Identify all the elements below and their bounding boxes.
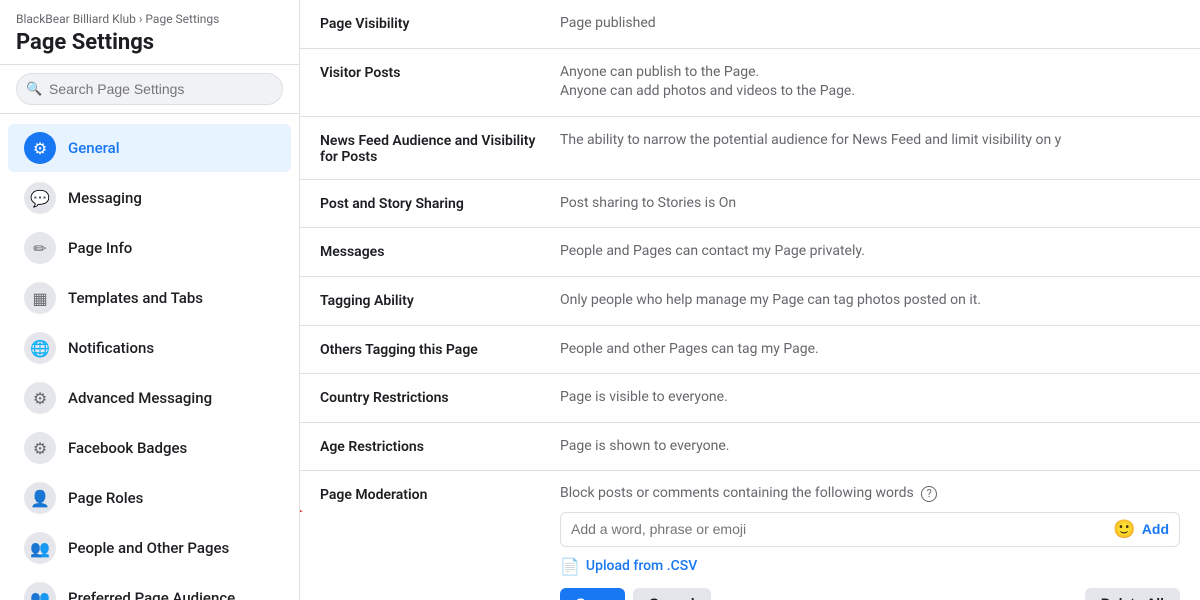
moderation-input-row: 🙂 Add <box>560 512 1180 547</box>
table-row: Tagging Ability Only people who help man… <box>300 277 1200 326</box>
row-value-messages: People and Pages can contact my Page pri… <box>560 242 1180 262</box>
sidebar-item-facebook-badges[interactable]: ⚙ Facebook Badges <box>8 424 291 472</box>
settings-content: Page Visibility Page published Visitor P… <box>300 0 1200 600</box>
help-icon[interactable]: ? <box>921 486 937 502</box>
sidebar-item-page-info[interactable]: ✏ Page Info <box>8 224 291 272</box>
row-value-country-restrictions: Page is visible to everyone. <box>560 388 1180 408</box>
preferred-audience-icon: 👥 <box>24 582 56 600</box>
sidebar-item-notifications[interactable]: 🌐 Notifications <box>8 324 291 372</box>
moderation-word-input[interactable] <box>571 521 1113 537</box>
cancel-button[interactable]: Cancel <box>633 588 711 600</box>
messaging-icon: 💬 <box>24 182 56 214</box>
row-value-tagging-ability: Only people who help manage my Page can … <box>560 291 1180 311</box>
sidebar-item-messaging[interactable]: 💬 Messaging <box>8 174 291 222</box>
row-label-country-restrictions: Country Restrictions <box>320 388 560 406</box>
sidebar-label-general: General <box>68 139 120 157</box>
emoji-button[interactable]: 🙂 <box>1113 519 1135 540</box>
table-row: Messages People and Pages can contact my… <box>300 228 1200 277</box>
sidebar-label-messaging: Messaging <box>68 189 142 207</box>
sidebar-item-people-other-pages[interactable]: 👥 People and Other Pages <box>8 524 291 572</box>
row-value-visitor-posts: Anyone can publish to the Page. Anyone c… <box>560 63 1180 102</box>
breadcrumb: BlackBear Billiard Klub › Page Settings <box>16 12 283 26</box>
moderation-label: Page Moderation <box>320 485 560 503</box>
general-icon: ⚙ <box>24 132 56 164</box>
people-icon: 👥 <box>24 532 56 564</box>
table-row: News Feed Audience and Visibility for Po… <box>300 117 1200 180</box>
row-value-post-story-sharing: Post sharing to Stories is On <box>560 194 1180 214</box>
add-word-button[interactable]: Add <box>1142 521 1169 537</box>
sidebar-label-preferred-page-audience: Preferred Page Audience <box>68 589 235 600</box>
row-label-news-feed-audience: News Feed Audience and Visibility for Po… <box>320 131 560 165</box>
sidebar-label-advanced-messaging: Advanced Messaging <box>68 389 212 407</box>
search-container: 🔍 <box>0 65 299 114</box>
sidebar-label-page-roles: Page Roles <box>68 489 143 507</box>
page-info-icon: ✏ <box>24 232 56 264</box>
row-label-page-visibility: Page Visibility <box>320 14 560 32</box>
sidebar-label-notifications: Notifications <box>68 339 154 357</box>
row-value-others-tagging: People and other Pages can tag my Page. <box>560 340 1180 360</box>
moderation-description: Block posts or comments containing the f… <box>560 485 1180 502</box>
sidebar-item-page-roles[interactable]: 👤 Page Roles <box>8 474 291 522</box>
sidebar-nav: ⚙ General 💬 Messaging ✏ Page Info ▦ Temp… <box>0 114 299 600</box>
upload-icon: 📄 <box>560 557 580 576</box>
sidebar: BlackBear Billiard Klub › Page Settings … <box>0 0 300 600</box>
page-moderation-row: Page Moderation Block posts or comments … <box>300 471 1200 600</box>
row-value-news-feed-audience: The ability to narrow the potential audi… <box>560 131 1180 151</box>
delete-all-button[interactable]: Delete All <box>1085 588 1180 600</box>
sidebar-label-templates-tabs: Templates and Tabs <box>68 289 203 307</box>
row-value-page-visibility: Page published <box>560 14 1180 34</box>
row-label-post-story-sharing: Post and Story Sharing <box>320 194 560 212</box>
sidebar-header: BlackBear Billiard Klub › Page Settings … <box>0 0 299 65</box>
table-row: Age Restrictions Page is shown to everyo… <box>300 423 1200 472</box>
table-row: Page Visibility Page published <box>300 0 1200 49</box>
row-label-others-tagging: Others Tagging this Page <box>320 340 560 358</box>
search-icon: 🔍 <box>26 82 42 97</box>
sidebar-label-page-info: Page Info <box>68 239 132 257</box>
templates-icon: ▦ <box>24 282 56 314</box>
row-label-messages: Messages <box>320 242 560 260</box>
facebook-badges-icon: ⚙ <box>24 432 56 464</box>
table-row: Visitor Posts Anyone can publish to the … <box>300 49 1200 117</box>
moderation-actions: Save Cancel Delete All <box>560 588 1180 600</box>
table-row: Country Restrictions Page is visible to … <box>300 374 1200 423</box>
row-label-tagging-ability: Tagging Ability <box>320 291 560 309</box>
sidebar-item-advanced-messaging[interactable]: ⚙ Advanced Messaging <box>8 374 291 422</box>
sidebar-item-preferred-page-audience[interactable]: 👥 Preferred Page Audience <box>8 574 291 600</box>
sidebar-label-facebook-badges: Facebook Badges <box>68 439 187 457</box>
sidebar-label-people-other-pages: People and Other Pages <box>68 539 229 557</box>
table-row: Others Tagging this Page People and othe… <box>300 326 1200 375</box>
row-label-visitor-posts: Visitor Posts <box>320 63 560 81</box>
upload-csv-button[interactable]: 📄 Upload from .CSV <box>560 557 1180 576</box>
visitor-posts-line2: Anyone can add photos and videos to the … <box>560 83 855 99</box>
page-roles-icon: 👤 <box>24 482 56 514</box>
advanced-messaging-icon: ⚙ <box>24 382 56 414</box>
visitor-posts-line1: Anyone can publish to the Page. <box>560 64 759 80</box>
row-value-age-restrictions: Page is shown to everyone. <box>560 437 1180 457</box>
sidebar-item-templates-tabs[interactable]: ▦ Templates and Tabs <box>8 274 291 322</box>
row-label-age-restrictions: Age Restrictions <box>320 437 560 455</box>
main-content: Page Visibility Page published Visitor P… <box>300 0 1200 600</box>
page-title: Page Settings <box>16 30 283 56</box>
moderation-content: Block posts or comments containing the f… <box>560 485 1180 600</box>
search-input[interactable] <box>16 73 283 105</box>
sidebar-item-general[interactable]: ⚙ General <box>8 124 291 172</box>
notifications-icon: 🌐 <box>24 332 56 364</box>
table-row: Post and Story Sharing Post sharing to S… <box>300 180 1200 229</box>
save-button[interactable]: Save <box>560 588 625 600</box>
